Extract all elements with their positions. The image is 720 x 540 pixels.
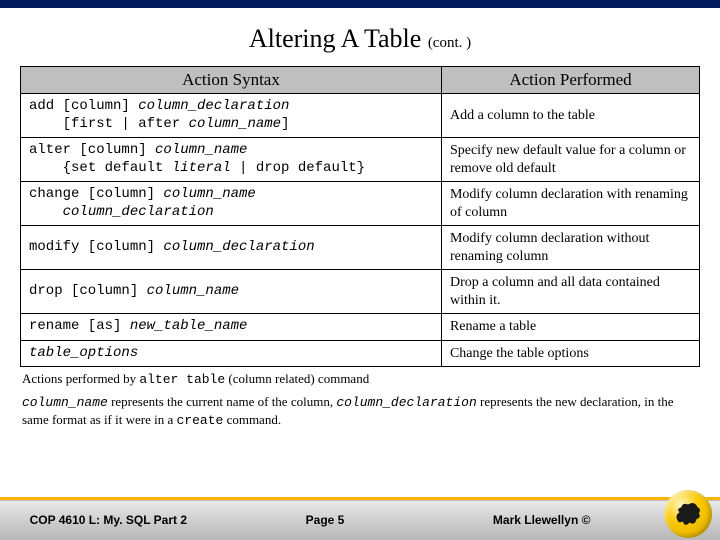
performed-cell: Modify column declaration with renaming … — [441, 182, 699, 226]
table-row: table_options Change the table options — [21, 340, 700, 367]
table-row: rename [as] new_table_name Rename a tabl… — [21, 314, 700, 341]
title-main: Altering A Table — [249, 24, 428, 53]
slide-title: Altering A Table (cont. ) — [20, 18, 700, 66]
footer-columns: COP 4610 L: My. SQL Part 2 Page 5 Mark L… — [0, 500, 650, 540]
actions-table: Action Syntax Action Performed add [colu… — [20, 66, 700, 367]
table-row: alter [column] column_name {set default … — [21, 138, 700, 182]
syntax-cell: drop [column] column_name — [21, 270, 442, 314]
performed-cell: Rename a table — [441, 314, 699, 341]
syntax-cell: table_options — [21, 340, 442, 367]
table-header-row: Action Syntax Action Performed — [21, 67, 700, 94]
syntax-cell: modify [column] column_declaration — [21, 226, 442, 270]
table-row: drop [column] column_name Drop a column … — [21, 270, 700, 314]
pegasus-logo-icon — [664, 490, 712, 538]
header-syntax: Action Syntax — [21, 67, 442, 94]
syntax-cell: change [column] column_name column_decla… — [21, 182, 442, 226]
syntax-cell: rename [as] new_table_name — [21, 314, 442, 341]
header-performed: Action Performed — [441, 67, 699, 94]
performed-cell: Specify new default value for a column o… — [441, 138, 699, 182]
syntax-cell: alter [column] column_name {set default … — [21, 138, 442, 182]
footer-left: COP 4610 L: My. SQL Part 2 — [0, 513, 217, 527]
performed-cell: Modify column declaration without renami… — [441, 226, 699, 270]
footer-right: Mark Llewellyn © — [433, 513, 650, 527]
syntax-cell: add [column] column_declaration [first |… — [21, 94, 442, 138]
footer-center: Page 5 — [217, 513, 434, 527]
table-row: modify [column] column_declaration Modif… — [21, 226, 700, 270]
note-1: Actions performed by alter table (column… — [20, 367, 700, 390]
note-2: column_name represents the current name … — [20, 390, 700, 431]
pegasus-icon — [671, 497, 705, 531]
table-row: add [column] column_declaration [first |… — [21, 94, 700, 138]
performed-cell: Change the table options — [441, 340, 699, 367]
slide: Altering A Table (cont. ) Action Syntax … — [0, 0, 720, 540]
performed-cell: Drop a column and all data contained wit… — [441, 270, 699, 314]
title-cont: (cont. ) — [428, 35, 471, 51]
performed-cell: Add a column to the table — [441, 94, 699, 138]
footer: COP 4610 L: My. SQL Part 2 Page 5 Mark L… — [0, 488, 720, 540]
table-row: change [column] column_name column_decla… — [21, 182, 700, 226]
